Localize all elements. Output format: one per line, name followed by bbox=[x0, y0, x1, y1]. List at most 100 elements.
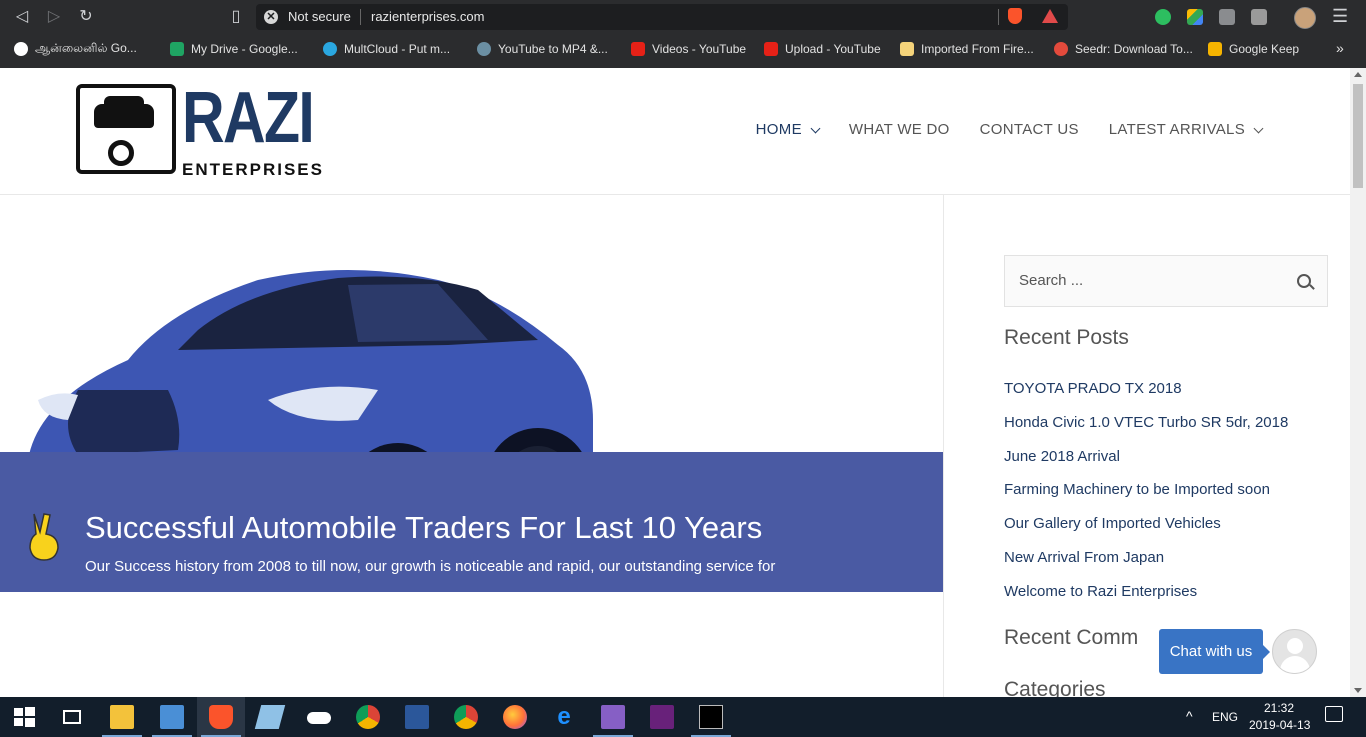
scroll-up-icon[interactable] bbox=[1354, 72, 1362, 77]
bookmark-label: MultCloud - Put m... bbox=[344, 42, 451, 56]
evernote-icon[interactable] bbox=[1155, 9, 1171, 25]
url-text[interactable]: razienterprises.com bbox=[371, 9, 484, 24]
recent-post-link[interactable]: Honda Civic 1.0 VTEC Turbo SR 5dr, 2018 bbox=[1004, 414, 1288, 431]
site-logo[interactable]: RAZI ENTERPRISES bbox=[74, 78, 324, 182]
logo-title: RAZI bbox=[182, 78, 315, 158]
youtube-icon bbox=[631, 42, 645, 56]
bookmark-label: Seedr: Download To... bbox=[1075, 42, 1193, 56]
logo-subtitle: ENTERPRISES bbox=[182, 160, 324, 179]
clock-time[interactable]: 21:32 bbox=[1264, 701, 1294, 715]
word-icon[interactable] bbox=[405, 705, 429, 729]
brave-shields-icon[interactable] bbox=[1008, 8, 1022, 24]
address-row: ◁ ▷ ↻ ▯ ✕ Not secure razienterprises.com… bbox=[0, 0, 1366, 34]
recent-post-link[interactable]: June 2018 Arrival bbox=[1004, 448, 1120, 465]
windows-start-icon[interactable] bbox=[12, 705, 36, 729]
bookmark-item[interactable]: Google Keep bbox=[1208, 34, 1299, 64]
bookmark-item[interactable]: ஆன்லைனில் Go... bbox=[14, 34, 137, 64]
tray-chevron-icon[interactable]: ^ bbox=[1186, 708, 1193, 724]
visual-studio-icon[interactable] bbox=[650, 705, 674, 729]
sidebar-divider bbox=[943, 195, 944, 697]
snipping-tool-icon[interactable] bbox=[160, 705, 184, 729]
bookmark-label: My Drive - Google... bbox=[191, 42, 298, 56]
banner-text: Our Success history from 2008 to till no… bbox=[85, 558, 776, 575]
menu-icon[interactable]: ☰ bbox=[1332, 6, 1348, 27]
notepad-icon[interactable] bbox=[254, 705, 286, 729]
profile-avatar[interactable] bbox=[1294, 7, 1316, 29]
browser-chrome: ◁ ▷ ↻ ▯ ✕ Not secure razienterprises.com… bbox=[0, 0, 1366, 68]
visual-studio-icon[interactable] bbox=[601, 705, 625, 729]
nav-contact-us[interactable]: CONTACT US bbox=[980, 121, 1079, 138]
security-label[interactable]: Not secure bbox=[288, 9, 351, 24]
chrome-icon[interactable] bbox=[356, 705, 380, 729]
drive-extension-icon[interactable] bbox=[1187, 9, 1203, 25]
bookmark-item[interactable]: MultCloud - Put m... bbox=[323, 34, 450, 64]
notifications-icon[interactable] bbox=[1325, 706, 1343, 722]
bookmark-item[interactable]: Seedr: Download To... bbox=[1054, 34, 1193, 64]
task-view-icon[interactable] bbox=[60, 705, 84, 729]
cloud-icon bbox=[307, 712, 331, 724]
recent-post-link[interactable]: TOYOTA PRADO TX 2018 bbox=[1004, 380, 1182, 397]
bookmark-item[interactable]: My Drive - Google... bbox=[170, 34, 298, 64]
bookmark-icon[interactable]: ▯ bbox=[226, 7, 246, 27]
brave-rewards-icon[interactable] bbox=[1042, 9, 1058, 23]
nav-home[interactable]: HOME bbox=[756, 121, 821, 138]
banner-heading: Successful Automobile Traders For Last 1… bbox=[85, 510, 763, 545]
bookmark-item[interactable]: Upload - YouTube bbox=[764, 34, 881, 64]
bookmark-item[interactable]: YouTube to MP4 &... bbox=[477, 34, 608, 64]
divider bbox=[998, 9, 999, 25]
bookmark-item[interactable]: Videos - YouTube bbox=[631, 34, 746, 64]
not-secure-icon[interactable]: ✕ bbox=[264, 10, 278, 24]
chat-avatar[interactable] bbox=[1272, 629, 1317, 674]
extension-icon[interactable] bbox=[1251, 9, 1267, 25]
cloud-icon bbox=[323, 42, 337, 56]
chevron-down-icon bbox=[1253, 123, 1264, 133]
recent-post-link[interactable]: Our Gallery of Imported Vehicles bbox=[1004, 515, 1221, 532]
back-icon[interactable]: ◁ bbox=[12, 7, 32, 27]
google-icon bbox=[14, 42, 28, 56]
nav-latest-arrivals[interactable]: LATEST ARRIVALS bbox=[1109, 121, 1264, 138]
language-indicator[interactable]: ENG bbox=[1212, 710, 1238, 724]
seedr-icon bbox=[1054, 42, 1068, 56]
bookmark-label: Imported From Fire... bbox=[921, 42, 1034, 56]
address-bar[interactable]: ✕ Not secure razienterprises.com bbox=[256, 4, 1068, 30]
edge-icon[interactable]: e bbox=[552, 705, 576, 729]
search-box bbox=[1004, 255, 1328, 307]
more-bookmarks-icon[interactable]: » bbox=[1336, 40, 1344, 56]
scroll-thumb[interactable] bbox=[1353, 84, 1363, 188]
bookmark-label: Upload - YouTube bbox=[785, 42, 881, 56]
folder-icon bbox=[900, 42, 914, 56]
recent-post-link[interactable]: New Arrival From Japan bbox=[1004, 549, 1164, 566]
windows-taskbar: e ^ ENG 21:32 2019-04-13 bbox=[0, 697, 1366, 737]
recent-comments-heading: Recent Comm bbox=[1004, 626, 1139, 649]
recent-post-link[interactable]: Welcome to Razi Enterprises bbox=[1004, 583, 1197, 600]
reload-icon[interactable]: ↻ bbox=[76, 7, 96, 27]
divider bbox=[360, 9, 361, 25]
logo-car-body bbox=[94, 104, 154, 128]
drive-icon bbox=[170, 42, 184, 56]
extension-icon[interactable] bbox=[1219, 9, 1235, 25]
scroll-down-icon[interactable] bbox=[1354, 688, 1362, 693]
search-input[interactable] bbox=[1019, 272, 1279, 289]
recent-post-link[interactable]: Farming Machinery to be Imported soon bbox=[1004, 481, 1270, 498]
chrome-icon[interactable] bbox=[454, 705, 478, 729]
main-nav: HOME WHAT WE DO CONTACT US LATEST ARRIVA… bbox=[756, 121, 1264, 138]
chat-button[interactable]: Chat with us bbox=[1159, 629, 1270, 674]
brave-icon[interactable] bbox=[209, 705, 233, 729]
chevron-down-icon bbox=[810, 123, 821, 133]
victory-hand-icon bbox=[29, 513, 59, 561]
terminal-icon[interactable] bbox=[699, 705, 723, 729]
gear-icon bbox=[108, 140, 134, 166]
bookmark-item[interactable]: Imported From Fire... bbox=[900, 34, 1034, 64]
clock-date[interactable]: 2019-04-13 bbox=[1249, 718, 1310, 732]
firefox-icon[interactable] bbox=[503, 705, 527, 729]
nav-what-we-do[interactable]: WHAT WE DO bbox=[849, 121, 950, 138]
recent-posts-heading: Recent Posts bbox=[1004, 326, 1129, 349]
search-icon[interactable] bbox=[1297, 274, 1311, 288]
forward-icon[interactable]: ▷ bbox=[44, 7, 64, 27]
avatar-body bbox=[1280, 656, 1310, 673]
page-scrollbar[interactable] bbox=[1350, 68, 1366, 697]
bookmark-label: Videos - YouTube bbox=[652, 42, 747, 56]
file-explorer-icon[interactable] bbox=[110, 705, 134, 729]
nav-label: CONTACT US bbox=[979, 121, 1079, 138]
onedrive-icon[interactable] bbox=[307, 705, 331, 729]
